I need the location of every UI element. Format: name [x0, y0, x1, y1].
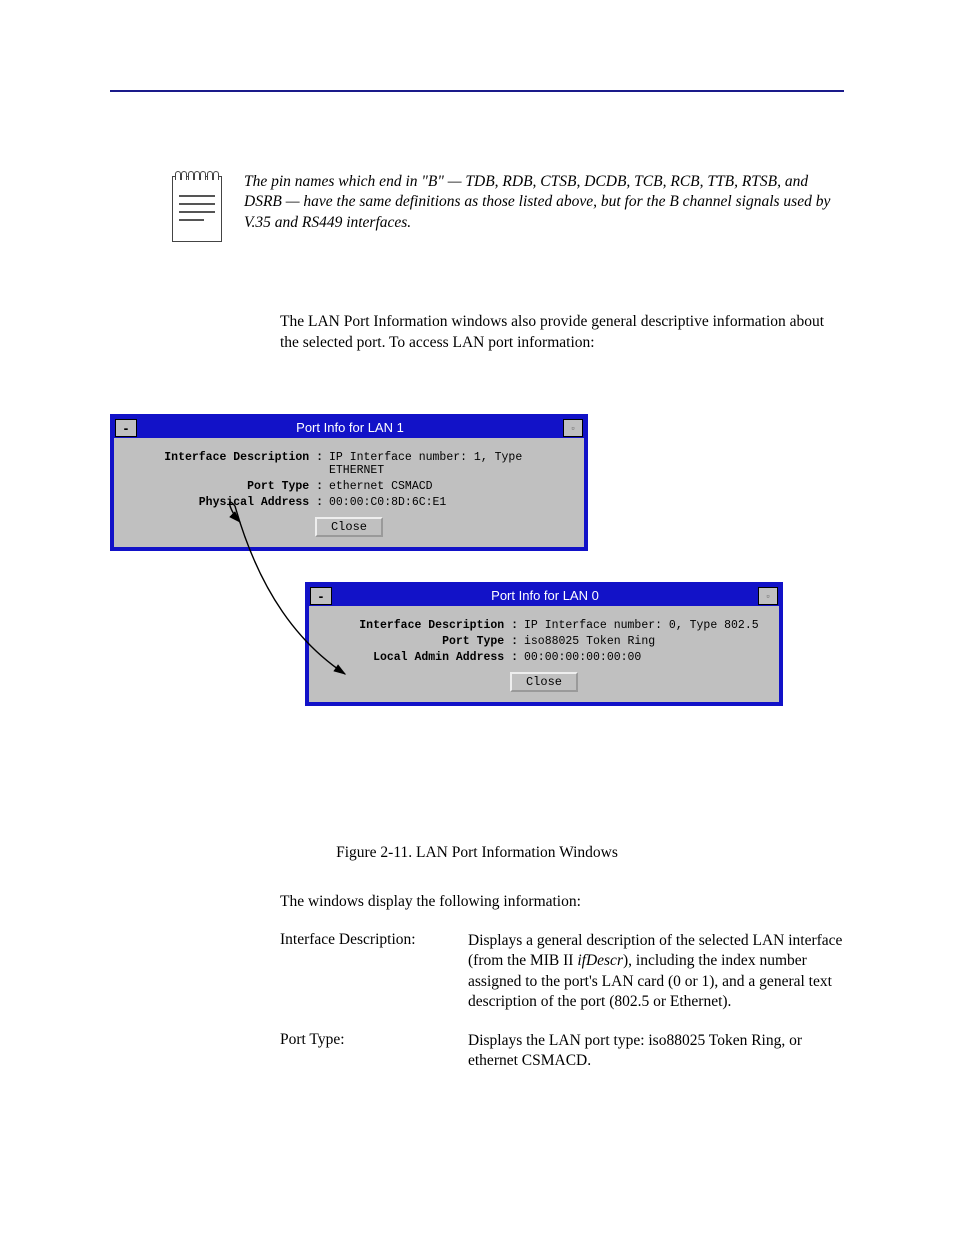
- def-text: Displays the LAN port type: iso88025 Tok…: [468, 1032, 802, 1069]
- field-label: Local Admin Address :: [323, 651, 524, 664]
- def-em: ifDescr: [577, 952, 623, 969]
- port-info-dialog-lan0: - Port Info for LAN 0 ▫ Interface Descri…: [305, 582, 783, 706]
- note-block: The pin names which end in "B" — TDB, RD…: [110, 172, 844, 242]
- page-body: The pin names which end in "B" — TDB, RD…: [0, 0, 954, 1169]
- definition-term: Port Type:: [280, 1031, 450, 1049]
- field-value: 00:00:00:00:00:00: [524, 651, 765, 664]
- field-value: ethernet CSMACD: [329, 480, 570, 493]
- button-row: Close: [128, 517, 570, 537]
- definitions-list: Interface Description: Displays a genera…: [280, 931, 844, 1072]
- dialog-body: Interface Description : IP Interface num…: [309, 606, 779, 702]
- close-button[interactable]: Close: [315, 517, 383, 537]
- figure-area: - Port Info for LAN 1 ▫ Interface Descri…: [110, 394, 844, 824]
- button-row: Close: [323, 672, 765, 692]
- definition-row: Port Type: Displays the LAN port type: i…: [280, 1031, 844, 1072]
- intro-paragraph: The LAN Port Information windows also pr…: [280, 312, 844, 354]
- definition-term: Interface Description:: [280, 931, 450, 949]
- field-label: Port Type :: [128, 480, 329, 493]
- figure-caption: Figure 2-11. LAN Port Information Window…: [110, 844, 844, 862]
- field-row: Interface Description : IP Interface num…: [323, 619, 765, 632]
- sysmenu-icon[interactable]: -: [310, 587, 332, 605]
- field-row: Local Admin Address : 00:00:00:00:00:00: [323, 651, 765, 664]
- notepad-icon: [172, 176, 222, 242]
- dialog-titlebar: - Port Info for LAN 0 ▫: [309, 586, 779, 606]
- field-value: IP Interface number: 1, Type ETHERNET: [329, 451, 570, 477]
- header-rule: [110, 90, 844, 92]
- field-label: Port Type :: [323, 635, 524, 648]
- port-info-dialog-lan1: - Port Info for LAN 1 ▫ Interface Descri…: [110, 414, 588, 551]
- field-label: Interface Description :: [128, 451, 329, 477]
- dialog-title: Port Info for LAN 0: [333, 586, 757, 606]
- field-row: Physical Address : 00:00:C0:8D:6C:E1: [128, 496, 570, 509]
- field-row: Port Type : ethernet CSMACD: [128, 480, 570, 493]
- field-value: IP Interface number: 0, Type 802.5: [524, 619, 765, 632]
- resize-icon[interactable]: ▫: [563, 419, 583, 437]
- note-text: The pin names which end in "B" — TDB, RD…: [244, 172, 844, 233]
- definition-desc: Displays the LAN port type: iso88025 Tok…: [468, 1031, 844, 1072]
- field-label: Physical Address :: [128, 496, 329, 509]
- field-row: Port Type : iso88025 Token Ring: [323, 635, 765, 648]
- field-value: 00:00:C0:8D:6C:E1: [329, 496, 570, 509]
- field-row: Interface Description : IP Interface num…: [128, 451, 570, 477]
- close-button[interactable]: Close: [510, 672, 578, 692]
- resize-icon[interactable]: ▫: [758, 587, 778, 605]
- field-label: Interface Description :: [323, 619, 524, 632]
- definition-row: Interface Description: Displays a genera…: [280, 931, 844, 1013]
- sysmenu-icon[interactable]: -: [115, 419, 137, 437]
- definition-desc: Displays a general description of the se…: [468, 931, 844, 1013]
- dialog-body: Interface Description : IP Interface num…: [114, 438, 584, 547]
- defs-intro: The windows display the following inform…: [280, 892, 844, 913]
- field-value: iso88025 Token Ring: [524, 635, 765, 648]
- dialog-titlebar: - Port Info for LAN 1 ▫: [114, 418, 584, 438]
- dialog-title: Port Info for LAN 1: [138, 418, 562, 438]
